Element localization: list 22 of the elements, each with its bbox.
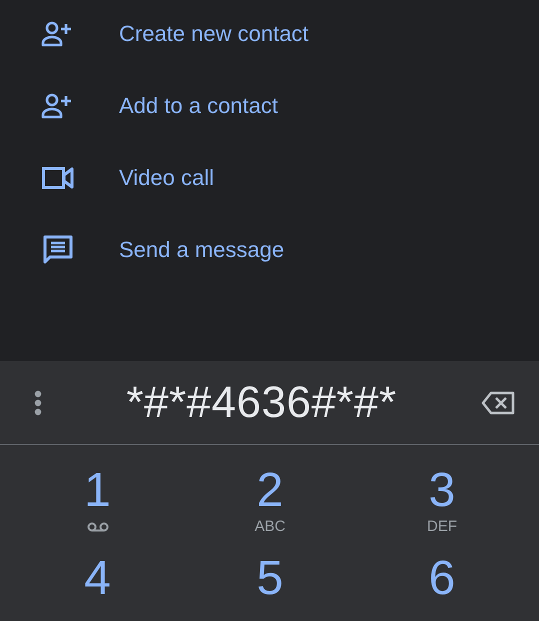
action-item[interactable]: Video call bbox=[0, 142, 539, 214]
action-item[interactable]: Create new contact bbox=[0, 0, 539, 70]
key-letters: ABC bbox=[254, 519, 286, 535]
action-label: Create new contact bbox=[119, 21, 309, 47]
key-letters: DEF bbox=[427, 519, 457, 535]
action-label: Add to a contact bbox=[119, 93, 278, 119]
dial-key[interactable]: 5 bbox=[195, 533, 345, 621]
dial-key[interactable]: 2 ABC bbox=[195, 445, 345, 533]
dial-key[interactable]: 1 bbox=[0, 445, 195, 533]
more-options-icon[interactable] bbox=[34, 390, 42, 416]
action-label: Video call bbox=[119, 165, 214, 191]
dialed-number: *#*#4636#*#* bbox=[126, 378, 397, 428]
action-item[interactable]: Send a message bbox=[0, 214, 539, 286]
action-item[interactable]: Add to a contact bbox=[0, 70, 539, 142]
dial-key[interactable]: 4 bbox=[0, 533, 195, 621]
dial-key[interactable]: 3 DEF bbox=[345, 445, 539, 533]
backspace-icon[interactable] bbox=[480, 390, 515, 414]
action-label: Send a message bbox=[119, 237, 284, 263]
dial-key[interactable]: 6 bbox=[345, 533, 539, 621]
message-icon bbox=[42, 235, 72, 265]
voicemail-icon bbox=[86, 522, 108, 532]
video-camera-icon bbox=[42, 167, 74, 189]
